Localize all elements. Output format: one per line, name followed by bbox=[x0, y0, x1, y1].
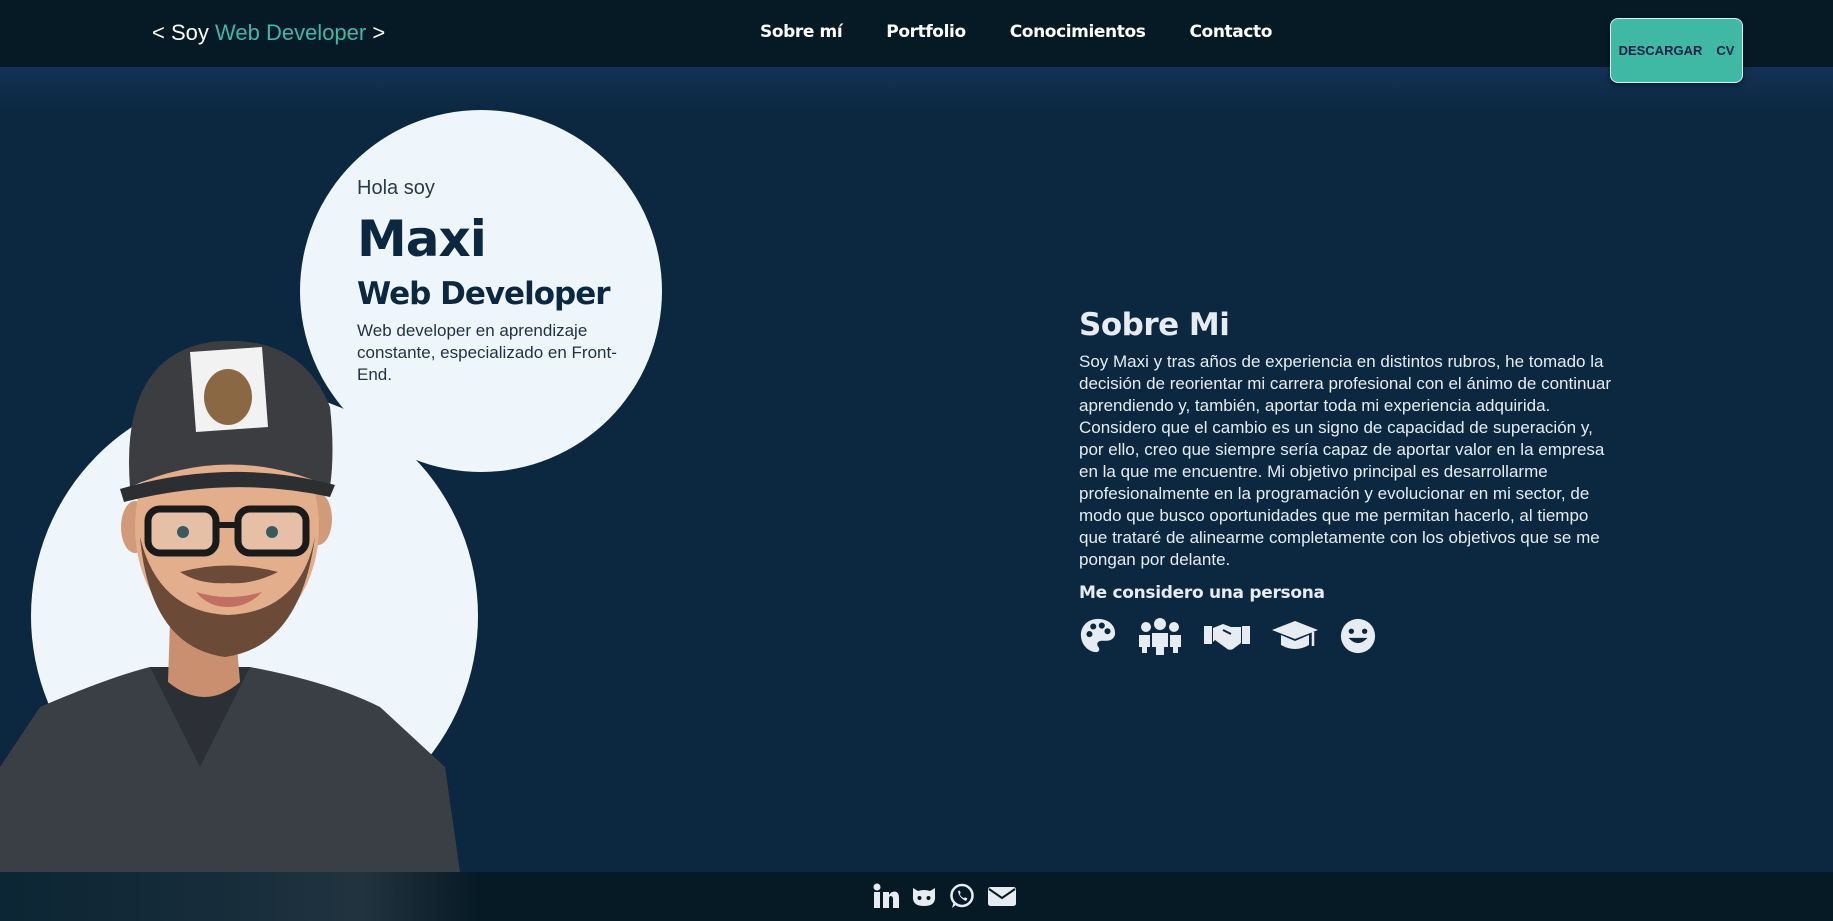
hero-description: Web developer en aprendizaje constante, … bbox=[357, 321, 617, 384]
cv-button-word1: DESCARGAR bbox=[1618, 43, 1703, 58]
traits-row bbox=[1079, 617, 1619, 655]
hero-role: Web Developer bbox=[357, 276, 611, 312]
cv-button-word2: CV bbox=[1716, 43, 1735, 58]
graduation-cap-icon bbox=[1271, 618, 1319, 654]
logo-suffix: > bbox=[372, 20, 386, 45]
nav-contacto[interactable]: Contacto bbox=[1189, 22, 1272, 42]
top-header: < Soy Web Developer > Sobre mí Portfolio… bbox=[0, 0, 1833, 67]
team-icon bbox=[1137, 617, 1183, 655]
about-title: Sobre Mi bbox=[1079, 307, 1230, 343]
footer-photo-blur bbox=[0, 872, 480, 921]
social-links bbox=[872, 882, 1018, 910]
traits-subtitle: Me considero una persona bbox=[1079, 583, 1325, 603]
about-section: Sobre Mi Soy Maxi y tras años de experie… bbox=[1079, 307, 1619, 655]
palette-icon bbox=[1079, 617, 1117, 655]
site-logo[interactable]: < Soy Web Developer > bbox=[152, 20, 385, 46]
nav-sobre-mi[interactable]: Sobre mí bbox=[760, 22, 843, 42]
download-cv-button[interactable]: DESCARGAR CV bbox=[1610, 18, 1743, 83]
hero-name: Maxi bbox=[357, 210, 487, 268]
logo-accent: Web Developer bbox=[215, 20, 367, 45]
nav-portfolio[interactable]: Portfolio bbox=[886, 22, 966, 42]
greeting-text: Hola soy bbox=[357, 177, 435, 199]
hero-section: Hola soy Maxi Web Developer Web develope… bbox=[0, 67, 1833, 872]
main-nav: Sobre mí Portfolio Conocimientos Contact… bbox=[760, 22, 1316, 42]
linkedin-icon[interactable] bbox=[872, 882, 900, 910]
email-icon[interactable] bbox=[986, 882, 1018, 910]
footer bbox=[0, 872, 1833, 921]
nav-conocimientos[interactable]: Conocimientos bbox=[1010, 22, 1146, 42]
whatsapp-icon[interactable] bbox=[948, 882, 976, 910]
logo-prefix: < Soy bbox=[152, 20, 209, 45]
intro-block: Hola soy Maxi Web Developer Web develope… bbox=[357, 177, 647, 386]
smile-icon bbox=[1339, 617, 1377, 655]
handshake-icon bbox=[1203, 618, 1251, 654]
about-text: Soy Maxi y tras años de experiencia en d… bbox=[1079, 352, 1612, 569]
github-icon[interactable] bbox=[910, 882, 938, 910]
